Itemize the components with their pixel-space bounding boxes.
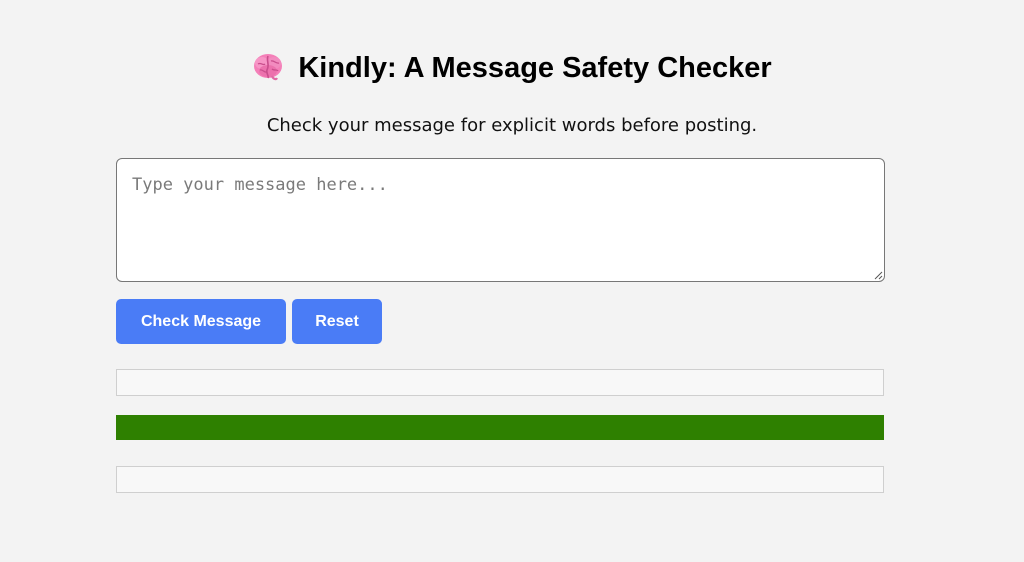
- reset-button[interactable]: Reset: [292, 299, 382, 344]
- resize-handle-icon[interactable]: [873, 270, 883, 280]
- details-panel: [116, 466, 884, 493]
- check-message-button[interactable]: Check Message: [116, 299, 286, 344]
- page-title: Kindly: A Message Safety Checker: [0, 48, 1024, 88]
- subtitle: Check your message for explicit words be…: [266, 115, 758, 136]
- result-panel: [116, 369, 884, 396]
- app-page: Kindly: A Message Safety Checker Check y…: [0, 0, 1024, 562]
- status-bar: [116, 415, 884, 440]
- message-input[interactable]: [116, 158, 885, 282]
- title-text: Kindly: A Message Safety Checker: [298, 52, 772, 84]
- brain-icon: [254, 54, 283, 81]
